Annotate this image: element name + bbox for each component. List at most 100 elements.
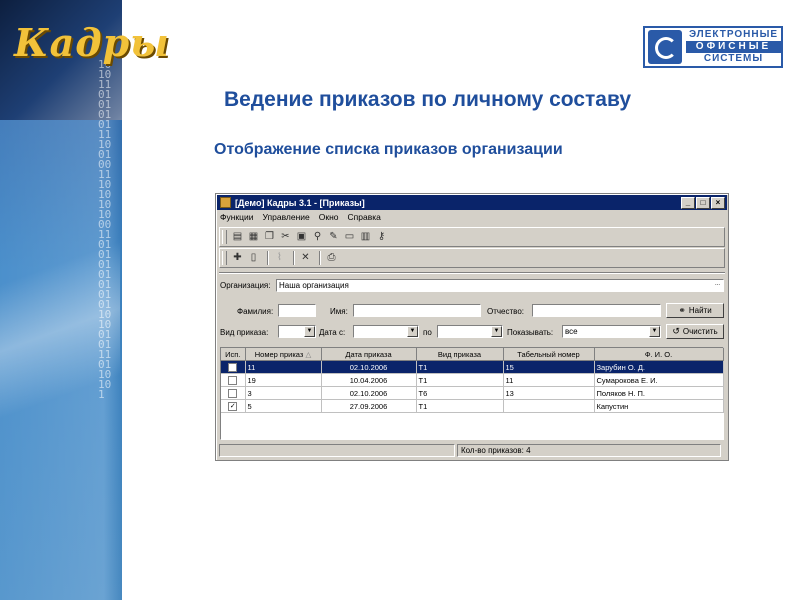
used-checkbox[interactable]: ✓ [228,401,238,411]
col-header-used[interactable]: Исп. [221,348,246,361]
company-name: ЭЛЕКТРОННЫЕ ОФИСНЫЕ СИСТЕМЫ [682,29,781,65]
print-icon[interactable]: ⎙ [325,252,338,264]
col-header-date[interactable]: Дата приказа [321,348,417,361]
table-row[interactable]: 11 02.10.2006 T1 15 Зарубин О. Д. [221,360,724,374]
separator-line [219,272,725,274]
maximize-icon[interactable]: □ [696,197,710,209]
chevron-down-icon[interactable]: ▼ [649,326,660,337]
cell-type: T1 [416,399,504,413]
cell-tab-number: 13 [503,386,595,400]
org-label: Организация: [220,281,271,290]
document-toolbar: ✚ ▯ ⌇ ✕ ⎙ [219,248,725,268]
menu-help[interactable]: Справка [348,212,381,224]
search-icon[interactable]: ⚲ [311,231,324,243]
chevron-down-icon[interactable]: ▼ [304,326,315,337]
briefcase-icon[interactable]: ▣ [295,231,308,243]
status-order-count: Кол-во приказов: 4 [457,444,721,457]
window-controls: _ □ × [680,197,725,209]
surname-input[interactable] [278,304,316,317]
col-header-number-label: Номер приказ [254,349,304,359]
used-checkbox[interactable] [228,375,238,385]
table-icon[interactable]: ▦ [247,231,260,243]
date-to-select[interactable]: ▼ [437,325,503,338]
orders-table: Исп. Номер приказ △ Дата приказа Вид при… [220,347,724,440]
doc-icon[interactable]: ▯ [247,252,260,264]
window-title: [Демо] Кадры 3.1 - [Приказы] [235,197,365,208]
cell-number: 5 [245,399,322,413]
menu-bar: Функции Управление Окно Справка [220,212,390,224]
new-doc-icon[interactable]: ✚ [231,252,244,264]
find-button[interactable]: ⚭ Найти [666,303,724,318]
cell-fio: Зарубин О. Д. [594,360,724,374]
clear-icon: ↺ [672,326,680,336]
table-header-row: Исп. Номер приказ △ Дата приказа Вид при… [221,348,724,361]
cell-date: 27.09.2006 [321,399,417,413]
col-header-fio[interactable]: Ф. И. О. [594,348,724,361]
kadry-logo: Кадры [14,20,170,65]
card-icon[interactable]: ▤ [231,231,244,243]
show-label: Показывать: [507,328,554,337]
table-row[interactable]: 3 02.10.2006 T6 13 Поляков Н. П. [221,386,724,400]
cell-number: 11 [245,360,322,374]
app-icon[interactable] [220,197,231,208]
cell-fio: Капустин [594,399,724,413]
col-header-number[interactable]: Номер приказ △ [245,348,322,361]
toolbar-separator [293,251,295,265]
book-icon[interactable]: ▥ [359,231,372,243]
toolbar-grip[interactable] [222,230,227,244]
patronymic-label: Отчество: [487,307,524,316]
find-button-label: Найти [688,306,712,315]
status-bar: Кол-во приказов: 4 [219,444,725,457]
cell-tab-number: 11 [503,373,595,387]
company-logo: ЭЛЕКТРОННЫЕ ОФИСНЫЕ СИСТЕМЫ [643,26,783,68]
more-icon[interactable]: ... [712,280,723,291]
menu-management[interactable]: Управление [263,212,310,224]
date-from-label: Дата с: [319,328,346,337]
window-icon[interactable]: ▭ [343,231,356,243]
date-from-select[interactable]: ▼ [353,325,419,338]
key-icon[interactable]: ⚷ [375,231,388,243]
table-row[interactable]: 19 10.04.2006 T1 11 Сумарокова Е. И. [221,373,724,387]
binary-digits: 1010110101010111100100111010101000110101… [98,58,112,401]
menu-functions[interactable]: Функции [220,212,254,224]
close-icon[interactable]: × [711,197,725,209]
sort-asc-icon: △ [305,349,312,359]
patronymic-input[interactable] [532,304,661,317]
slide-title: Ведение приказов по личному составу [224,88,632,111]
chevron-down-icon[interactable]: ▼ [407,326,418,337]
cell-fio: Поляков Н. П. [594,386,724,400]
toolbar-grip[interactable] [222,251,227,265]
name-input[interactable] [353,304,481,317]
clear-button-label: Очистить [682,327,718,336]
used-checkbox-cell: ✓ [221,399,246,413]
slide-subtitle: Отображение списка приказов организации [214,141,563,158]
tools-icon[interactable]: ✂ [279,231,292,243]
minimize-icon[interactable]: _ [681,197,695,209]
cell-number: 3 [245,386,322,400]
toolbar-separator [267,251,269,265]
order-type-label: Вид приказа: [220,328,269,337]
used-checkbox-cell [221,373,246,387]
attach-icon[interactable]: ⌇ [273,252,286,264]
org-value: Наша организация [279,281,349,290]
show-select[interactable]: все ▼ [562,325,661,338]
cell-type: T1 [416,373,504,387]
table-row[interactable]: ✓ 5 27.09.2006 T1 Капустин [221,399,724,413]
used-checkbox[interactable] [228,362,238,372]
used-checkbox[interactable] [228,388,238,398]
toolbar-separator [319,251,321,265]
window-titlebar[interactable]: [Демо] Кадры 3.1 - [Приказы] _ □ × [217,195,727,210]
clear-button[interactable]: ↺ Очистить [666,324,724,339]
menu-window[interactable]: Окно [319,212,339,224]
col-header-type[interactable]: Вид приказа [416,348,504,361]
edit-icon[interactable]: ✎ [327,231,340,243]
chevron-down-icon[interactable]: ▼ [491,326,502,337]
folders-icon[interactable]: ❐ [263,231,276,243]
order-type-select[interactable]: ▼ [278,325,316,338]
decorative-banner: 1010110101010111100100111010101000110101… [0,0,122,600]
delete-icon[interactable]: ✕ [299,252,312,264]
used-checkbox-cell [221,360,246,374]
show-value: все [565,327,578,336]
col-header-tab-number[interactable]: Табельный номер [503,348,595,361]
org-field[interactable]: Наша организация ... [276,279,724,292]
